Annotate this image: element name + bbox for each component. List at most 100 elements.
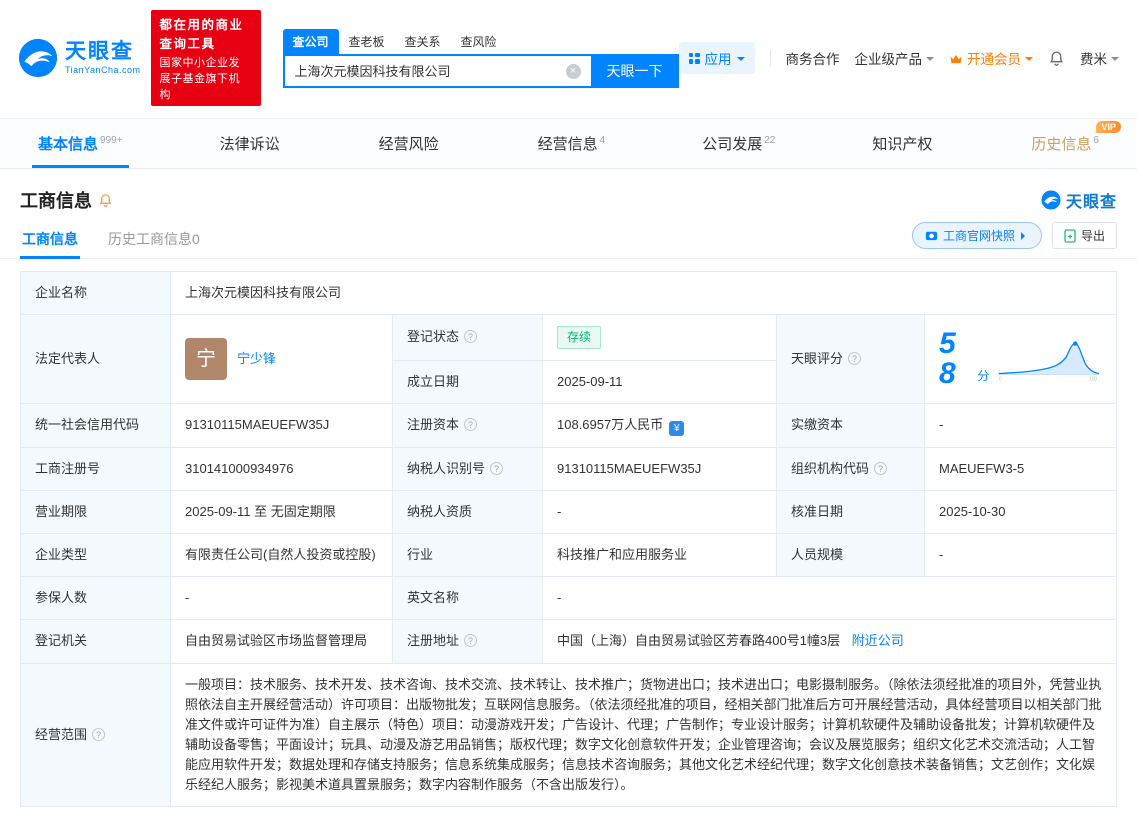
help-icon[interactable]	[490, 462, 503, 475]
reg-capital-text: 108.6957万人民币	[557, 417, 663, 432]
open-vip-label: 开通会员	[967, 48, 1021, 68]
score-label-text: 天眼评分	[791, 351, 843, 366]
help-icon[interactable]	[464, 418, 477, 431]
export-icon	[1064, 229, 1076, 243]
nav-enterprise-products[interactable]: 企业级产品	[855, 48, 935, 68]
snapshot-icon	[925, 229, 938, 242]
help-icon[interactable]	[874, 462, 887, 475]
label-industry: 行业	[393, 534, 543, 577]
reg-capital-label-text: 注册资本	[407, 417, 459, 432]
tab-basic-info[interactable]: 基本信息999+	[32, 119, 129, 168]
tab-label: 公司发展	[702, 136, 762, 153]
tab-label: 知识产权	[872, 136, 932, 153]
value-english-name: -	[543, 577, 1117, 620]
table-row: 参保人数 - 英文名称 -	[21, 577, 1117, 620]
tab-badge: 22	[764, 135, 775, 146]
table-row: 营业期限 2025-09-11 至 无固定期限 纳税人资质 - 核准日期 202…	[21, 491, 1117, 534]
tianyancha-watermark: 天眼查	[1041, 188, 1117, 212]
label-reg-address: 注册地址	[393, 620, 543, 663]
capital-detail-icon[interactable]	[669, 421, 684, 436]
tab-business-info[interactable]: 经营信息4	[532, 119, 612, 168]
search-button[interactable]: 天眼一下	[591, 54, 679, 88]
label-paid-capital: 实缴资本	[777, 403, 925, 447]
apps-menu[interactable]: 应用	[679, 42, 755, 74]
search-tab-relation[interactable]: 查关系	[395, 29, 451, 54]
legal-rep-name-link[interactable]: 宁少锋	[237, 349, 276, 369]
user-menu[interactable]: 费米	[1080, 48, 1119, 68]
label-score: 天眼评分	[777, 315, 925, 404]
section-title: 工商信息	[20, 187, 113, 213]
tab-label: 法律诉讼	[220, 136, 280, 153]
table-row: 法定代表人 宁 宁少锋 登记状态 存续 天眼评分 58 分	[21, 315, 1117, 361]
help-icon[interactable]	[92, 728, 105, 741]
label-taxpayer-id: 纳税人识别号	[393, 447, 543, 490]
export-button[interactable]: 导出	[1052, 222, 1117, 249]
chevron-down-icon	[1025, 57, 1033, 65]
search-tab-risk[interactable]: 查风险	[451, 29, 507, 54]
tab-badge: 999+	[100, 135, 123, 146]
value-reg-capital: 108.6957万人民币	[543, 403, 777, 447]
chevron-down-icon	[737, 57, 745, 65]
label-credit-code: 统一社会信用代码	[21, 403, 171, 447]
label-reg-authority: 登记机关	[21, 620, 171, 663]
snapshot-label: 工商官网快照	[943, 227, 1015, 244]
value-company-type: 有限责任公司(自然人投资或控股)	[171, 534, 393, 577]
help-icon[interactable]	[464, 634, 477, 647]
section-head: 工商信息 天眼查	[0, 169, 1137, 219]
score-value: 58	[939, 329, 969, 389]
tab-company-development[interactable]: 公司发展22	[696, 119, 781, 168]
subtab-business-info[interactable]: 工商信息	[20, 219, 80, 258]
table-row: 登记机关 自由贸易试验区市场监督管理局 注册地址 中国（上海）自由贸易试验区芳春…	[21, 620, 1117, 663]
label-company-type: 企业类型	[21, 534, 171, 577]
value-reg-address: 中国（上海）自由贸易试验区芳春路400号1幢3层 附近公司	[543, 620, 1117, 663]
tianyancha-watermark-icon	[1041, 190, 1061, 210]
value-taxpayer-quality: -	[543, 491, 777, 534]
nav-business-cooperation[interactable]: 商务合作	[786, 48, 840, 68]
chevron-down-icon	[1111, 57, 1119, 65]
tab-label: 经营信息	[538, 136, 598, 153]
search-tab-boss[interactable]: 查老板	[339, 29, 395, 54]
value-score: 58 分 0 100	[925, 315, 1117, 404]
label-staff-size: 人员规模	[777, 534, 925, 577]
value-reg-status: 存续	[543, 315, 777, 361]
nav-open-vip[interactable]: 开通会员	[949, 48, 1033, 68]
chevron-right-icon	[1021, 232, 1029, 240]
tianyancha-logo[interactable]: 天眼查 TianYanCha.com	[18, 38, 141, 78]
nearby-companies-link[interactable]: 附近公司	[852, 633, 904, 648]
apps-label: 应用	[705, 48, 732, 68]
help-icon[interactable]	[848, 352, 861, 365]
tianyancha-logo-icon	[18, 38, 58, 78]
label-business-term: 营业期限	[21, 491, 171, 534]
org-code-label-text: 组织机构代码	[791, 461, 869, 476]
search-tab-company[interactable]: 查公司	[283, 29, 339, 54]
value-industry: 科技推广和应用服务业	[543, 534, 777, 577]
search-tabs: 查公司 查老板 查关系 查风险	[283, 29, 679, 54]
value-taxpayer-id: 91310115MAEUEFW35J	[543, 447, 777, 490]
score-axis-tick: 0	[999, 376, 1002, 382]
subscribe-bell-icon[interactable]	[98, 193, 113, 208]
label-legal-rep: 法定代表人	[21, 315, 171, 404]
label-reg-capital: 注册资本	[393, 403, 543, 447]
reg-status-label-text: 登记状态	[407, 329, 459, 344]
tab-business-risk[interactable]: 经营风险	[373, 119, 447, 168]
search-input[interactable]	[283, 54, 591, 88]
taxpayer-id-label-text: 纳税人识别号	[407, 461, 485, 476]
notification-bell-icon[interactable]	[1048, 50, 1065, 67]
score-unit: 分	[977, 367, 989, 389]
clear-search-icon[interactable]	[566, 64, 581, 79]
value-reg-number: 310141000934976	[171, 447, 393, 490]
subtab-history-business-info[interactable]: 历史工商信息0	[106, 219, 202, 258]
tab-history-info[interactable]: 历史信息6 VIP	[1025, 119, 1105, 168]
legal-rep-avatar[interactable]: 宁	[185, 338, 227, 380]
help-icon[interactable]	[464, 330, 477, 343]
official-snapshot-button[interactable]: 工商官网快照	[912, 222, 1042, 249]
reg-address-label-text: 注册地址	[407, 633, 459, 648]
value-business-term: 2025-09-11 至 无固定期限	[171, 491, 393, 534]
tab-legal-proceedings[interactable]: 法律诉讼	[214, 119, 288, 168]
label-establish-date: 成立日期	[393, 360, 543, 403]
apps-grid-icon	[689, 53, 700, 64]
business-scope-label-text: 经营范围	[35, 727, 87, 742]
tab-label: 历史信息	[1031, 136, 1091, 153]
tab-intellectual-property[interactable]: 知识产权	[866, 119, 940, 168]
status-badge: 存续	[557, 326, 601, 349]
